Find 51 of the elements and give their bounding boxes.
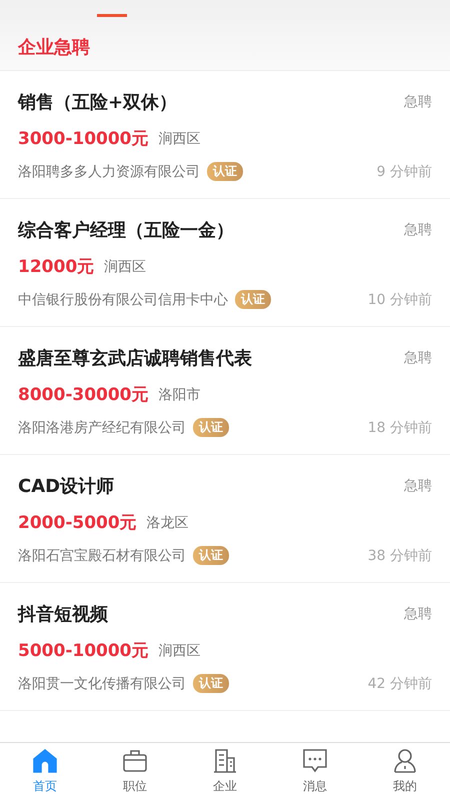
urgent-tag: 急聘 bbox=[404, 477, 432, 495]
verified-badge: 认证 bbox=[235, 290, 271, 309]
company-name: 洛阳贯一文化传播有限公司 bbox=[18, 674, 186, 692]
company-name: 洛阳石宫宝殿石材有限公司 bbox=[18, 546, 186, 564]
job-area: 涧西区 bbox=[158, 642, 201, 660]
post-time: 18 分钟前 bbox=[368, 418, 432, 436]
tab-indicator bbox=[97, 14, 127, 17]
salary: 5000-10000元 bbox=[18, 640, 149, 662]
company-name: 洛阳洛港房产经纪有限公司 bbox=[18, 418, 186, 436]
urgent-tag: 急聘 bbox=[404, 93, 432, 111]
urgent-tag: 急聘 bbox=[404, 349, 432, 367]
building-icon bbox=[212, 748, 238, 774]
post-time: 42 分钟前 bbox=[368, 674, 432, 692]
job-card[interactable]: CAD设计师 急聘 2000-5000元 洛龙区 洛阳石宫宝殿石材有限公司 认证 38 分钟前 bbox=[0, 455, 450, 583]
job-card[interactable]: 盛唐至尊玄武店诚聘销售代表 急聘 8000-30000元 洛阳市 洛阳洛港房产经纪有限公司 认证 18 分钟前 bbox=[0, 327, 450, 455]
post-time: 10 分钟前 bbox=[368, 290, 432, 308]
home-icon bbox=[32, 748, 58, 774]
user-icon bbox=[392, 748, 418, 774]
job-area: 涧西区 bbox=[158, 130, 201, 148]
job-title: 综合客户经理（五险一金） bbox=[18, 219, 235, 242]
tab-bar-item[interactable]: 我的 bbox=[360, 743, 450, 800]
job-area: 洛龙区 bbox=[146, 514, 189, 532]
salary: 2000-5000元 bbox=[18, 512, 137, 534]
verified-badge: 认证 bbox=[207, 162, 243, 181]
tab-bar-item[interactable]: 职位 bbox=[90, 743, 180, 800]
urgent-tag: 急聘 bbox=[404, 221, 432, 239]
verified-badge: 认证 bbox=[193, 418, 229, 437]
job-title: 销售（五险+双休） bbox=[18, 91, 178, 114]
salary: 8000-30000元 bbox=[18, 384, 149, 406]
urgent-tag: 急聘 bbox=[404, 605, 432, 623]
post-time: 38 分钟前 bbox=[368, 546, 432, 564]
job-card[interactable]: 销售（五险+双休） 急聘 3000-10000元 涧西区 洛阳聘多多人力资源有限公司 认证 9 分钟前 bbox=[0, 71, 450, 199]
company-name: 洛阳聘多多人力资源有限公司 bbox=[18, 162, 200, 180]
tab-bar-item[interactable]: 消息 bbox=[270, 743, 360, 800]
company-name: 中信银行股份有限公司信用卡中心 bbox=[18, 290, 228, 308]
job-card[interactable]: 抖音短视频 急聘 5000-10000元 涧西区 洛阳贯一文化传播有限公司 认证 42 分钟前 bbox=[0, 583, 450, 711]
section-title: 企业急聘 bbox=[18, 36, 91, 59]
job-area: 洛阳市 bbox=[158, 386, 201, 404]
job-title: 抖音短视频 bbox=[18, 603, 109, 626]
post-time: 9 分钟前 bbox=[376, 162, 432, 180]
verified-badge: 认证 bbox=[193, 546, 229, 565]
chat-icon bbox=[302, 748, 328, 774]
job-area: 涧西区 bbox=[104, 258, 146, 276]
verified-badge: 认证 bbox=[193, 674, 229, 693]
salary: 12000元 bbox=[18, 256, 94, 278]
job-title: CAD设计师 bbox=[18, 475, 116, 498]
salary: 3000-10000元 bbox=[18, 128, 149, 150]
job-card[interactable]: 综合客户经理（五险一金） 急聘 12000元 涧西区 中信银行股份有限公司信用卡中心 认证 10 分钟前 bbox=[0, 199, 450, 327]
briefcase-icon bbox=[122, 748, 148, 774]
tab-bar-item[interactable]: 企业 bbox=[180, 743, 270, 800]
job-title: 盛唐至尊玄武店诚聘销售代表 bbox=[18, 347, 253, 370]
